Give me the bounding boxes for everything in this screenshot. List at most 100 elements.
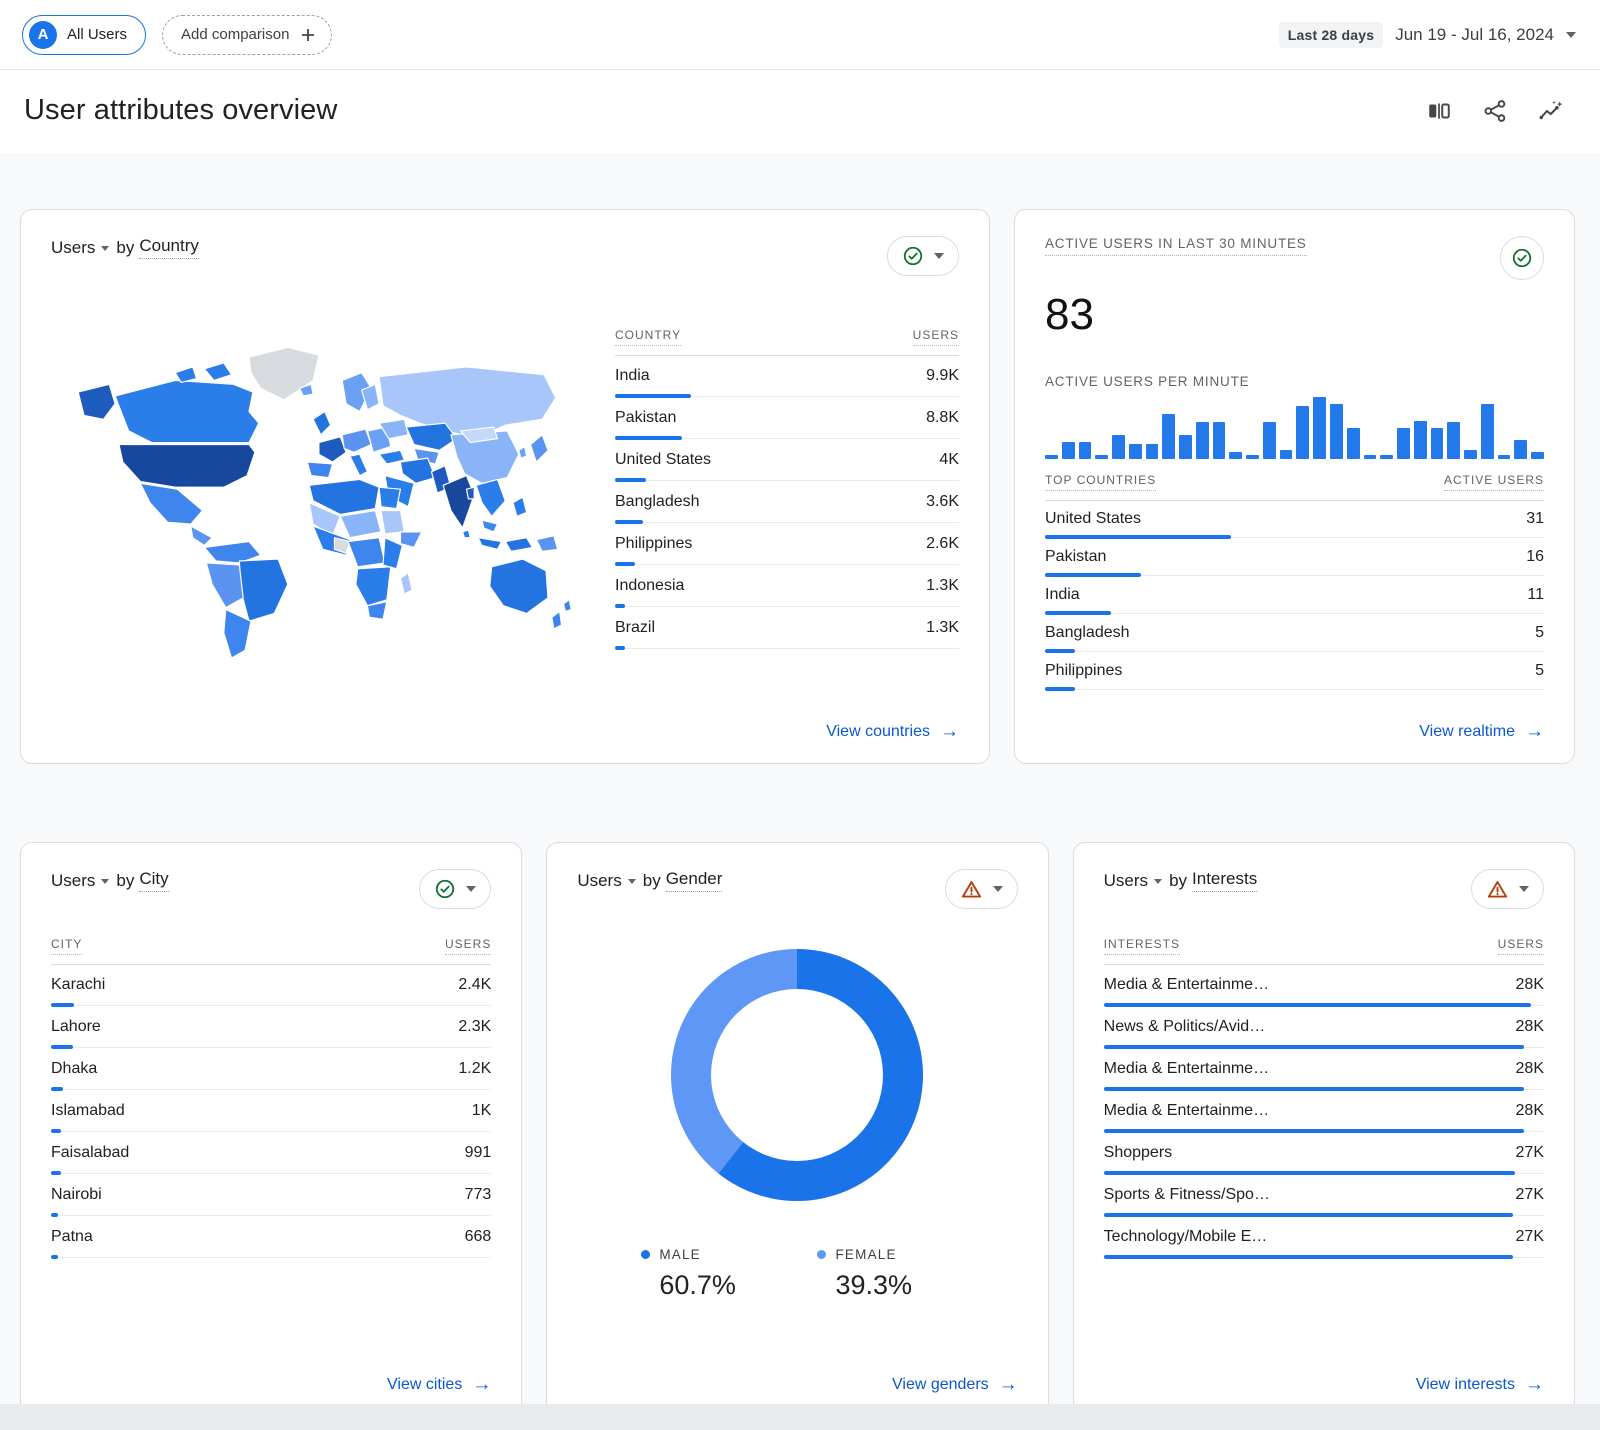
table-row[interactable]: United States 31 — [1045, 501, 1544, 539]
row-value: 991 — [465, 1144, 492, 1162]
all-users-segment-chip[interactable]: A All Users — [22, 15, 146, 55]
table-row[interactable]: India 9.9K — [615, 356, 959, 398]
view-interests-link[interactable]: View interests→ — [1416, 1375, 1544, 1394]
per-minute-label: ACTIVE USERS PER MINUTE — [1045, 374, 1544, 389]
metric-label[interactable]: Users — [577, 871, 621, 891]
share-icon[interactable] — [1482, 98, 1508, 124]
row-value: 28K — [1516, 1060, 1544, 1078]
column-header-top-countries[interactable]: TOP COUNTRIES — [1045, 473, 1156, 491]
table-row[interactable]: Brazil 1.3K — [615, 608, 959, 650]
table-row[interactable]: Philippines 5 — [1045, 653, 1544, 691]
row-label: Shoppers — [1104, 1144, 1173, 1162]
table-row[interactable]: Media & Entertainme… 28K — [1104, 965, 1544, 1007]
table-row[interactable]: Karachi 2.4K — [51, 965, 491, 1007]
table-row[interactable]: Media & Entertainme… 28K — [1104, 1049, 1544, 1091]
card-title-users-by-city: Users by City — [51, 869, 169, 892]
minute-bar — [1229, 452, 1242, 459]
dimension-link-city[interactable]: City — [139, 869, 168, 892]
view-cities-link[interactable]: View cities→ — [387, 1375, 491, 1394]
row-bar — [615, 520, 959, 524]
table-row[interactable]: Bangladesh 3.6K — [615, 482, 959, 524]
metric-label[interactable]: Users — [1104, 871, 1148, 891]
row-label: Pakistan — [1045, 548, 1106, 566]
world-choropleth-map[interactable] — [51, 302, 581, 712]
view-realtime-link[interactable]: View realtime→ — [1419, 722, 1544, 741]
table-row[interactable]: Patna 668 — [51, 1217, 491, 1259]
row-bar — [615, 436, 959, 440]
arrow-right-icon: → — [940, 722, 959, 741]
data-quality-menu[interactable] — [887, 236, 959, 276]
insights-icon[interactable] — [1538, 98, 1564, 124]
data-quality-menu[interactable] — [419, 869, 491, 909]
table-row[interactable]: Nairobi 773 — [51, 1175, 491, 1217]
by-label: by — [1169, 871, 1187, 891]
metric-label[interactable]: Users — [51, 238, 95, 258]
metric-label[interactable]: Users — [51, 871, 95, 891]
row-bar — [615, 394, 959, 398]
minute-bar — [1330, 404, 1343, 459]
table-row[interactable]: India 11 — [1045, 577, 1544, 615]
data-quality-button[interactable] — [1500, 236, 1544, 280]
column-header-users[interactable]: USERS — [913, 328, 959, 346]
metric-dropdown-icon[interactable] — [1154, 879, 1162, 884]
gender-donut-chart[interactable] — [671, 949, 923, 1201]
overview-content: Users by Country — [0, 153, 1600, 1417]
country-table: COUNTRY USERS India 9.9K — [615, 302, 959, 712]
city-table: CITY USERS Karachi 2.4K — [51, 937, 491, 1259]
table-row[interactable]: Lahore 2.3K — [51, 1007, 491, 1049]
table-row[interactable]: Technology/Mobile E… 27K — [1104, 1217, 1544, 1259]
dimension-link-gender[interactable]: Gender — [666, 869, 723, 892]
table-row[interactable]: Faisalabad 991 — [51, 1133, 491, 1175]
add-comparison-label: Add comparison — [181, 26, 289, 43]
column-header-city[interactable]: CITY — [51, 937, 82, 955]
row-value: 27K — [1516, 1186, 1544, 1204]
table-row[interactable]: Philippines 2.6K — [615, 524, 959, 566]
row-value: 27K — [1516, 1228, 1544, 1246]
warning-triangle-icon — [1486, 878, 1509, 901]
column-header-interests[interactable]: INTERESTS — [1104, 937, 1180, 955]
metric-dropdown-icon[interactable] — [101, 246, 109, 251]
row-bar — [51, 1213, 491, 1217]
row-bar — [615, 478, 959, 482]
dimension-link-interests[interactable]: Interests — [1192, 869, 1257, 892]
arrow-right-icon: → — [999, 1375, 1018, 1394]
legend-item-female[interactable]: FEMALE 39.3% — [817, 1247, 993, 1301]
row-label: Brazil — [615, 619, 655, 637]
minute-bar — [1129, 444, 1142, 460]
table-row[interactable]: Islamabad 1K — [51, 1091, 491, 1133]
table-row[interactable]: United States 4K — [615, 440, 959, 482]
table-row[interactable]: Pakistan 8.8K — [615, 398, 959, 440]
column-header-active-users[interactable]: ACTIVE USERS — [1444, 473, 1544, 491]
table-row[interactable]: News & Politics/Avid… 28K — [1104, 1007, 1544, 1049]
table-row[interactable]: Pakistan 16 — [1045, 539, 1544, 577]
add-comparison-button[interactable]: Add comparison — [162, 15, 332, 55]
data-quality-menu[interactable] — [945, 869, 1018, 909]
row-value: 773 — [465, 1186, 492, 1204]
row-value: 5 — [1535, 624, 1544, 642]
minute-bar — [1179, 435, 1192, 459]
column-header-users[interactable]: USERS — [445, 937, 491, 955]
chevron-down-icon — [1566, 32, 1576, 38]
table-row[interactable]: Indonesia 1.3K — [615, 566, 959, 608]
realtime-heading[interactable]: ACTIVE USERS IN LAST 30 MINUTES — [1045, 236, 1307, 256]
column-header-country[interactable]: COUNTRY — [615, 328, 681, 346]
table-row[interactable]: Bangladesh 5 — [1045, 615, 1544, 653]
ga4-user-attributes-page: A All Users Add comparison Last 28 days … — [0, 0, 1600, 1430]
horizontal-scrollbar-track[interactable] — [0, 1404, 1600, 1430]
metric-dropdown-icon[interactable] — [101, 879, 109, 884]
page-title: User attributes overview — [24, 94, 337, 127]
view-genders-link[interactable]: View genders→ — [892, 1375, 1018, 1394]
data-quality-menu[interactable] — [1471, 869, 1544, 909]
date-range-picker[interactable]: Last 28 days Jun 19 - Jul 16, 2024 — [1279, 22, 1576, 48]
compare-reports-icon[interactable] — [1426, 98, 1452, 124]
table-row[interactable]: Sports & Fitness/Spo… 27K — [1104, 1175, 1544, 1217]
column-header-users[interactable]: USERS — [1498, 937, 1544, 955]
table-row[interactable]: Dhaka 1.2K — [51, 1049, 491, 1091]
metric-dropdown-icon[interactable] — [628, 879, 636, 884]
dimension-link-country[interactable]: Country — [139, 236, 199, 259]
row-label: Media & Entertainme… — [1104, 1102, 1269, 1120]
table-row[interactable]: Media & Entertainme… 28K — [1104, 1091, 1544, 1133]
table-row[interactable]: Shoppers 27K — [1104, 1133, 1544, 1175]
view-countries-link[interactable]: View countries→ — [826, 722, 959, 741]
legend-item-male[interactable]: MALE 60.7% — [641, 1247, 817, 1301]
